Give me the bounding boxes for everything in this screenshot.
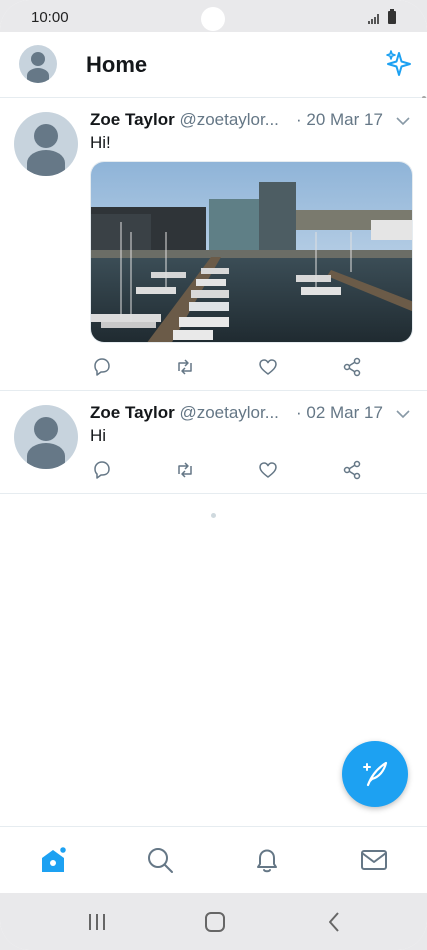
profile-avatar-button[interactable] bbox=[19, 45, 57, 83]
tweet-date: · 02 Mar 17 bbox=[296, 403, 383, 422]
signal-icon bbox=[368, 14, 379, 24]
chevron-down-icon[interactable] bbox=[395, 116, 411, 126]
tweet-image[interactable] bbox=[90, 161, 413, 343]
chevron-down-icon[interactable] bbox=[395, 409, 411, 419]
tweet-handle: @zoetaylor... bbox=[179, 110, 279, 129]
top-header: Home bbox=[0, 32, 427, 98]
reply-icon[interactable] bbox=[91, 356, 113, 378]
tweet-author: Zoe Taylor @zoetaylor... bbox=[90, 110, 279, 130]
bottom-tab-bar bbox=[0, 826, 427, 893]
compose-feather-icon bbox=[363, 761, 388, 787]
tweet-author: Zoe Taylor @zoetaylor... bbox=[90, 403, 279, 423]
tweet-name: Zoe Taylor bbox=[90, 110, 175, 129]
avatar-body bbox=[27, 150, 65, 176]
like-icon[interactable] bbox=[257, 459, 279, 481]
tweet[interactable]: Zoe Taylor @zoetaylor... · 02 Mar 17 Hi bbox=[0, 391, 427, 494]
status-bar: 10:00 bbox=[0, 0, 427, 32]
home-nav-icon[interactable] bbox=[203, 910, 227, 934]
like-icon[interactable] bbox=[257, 356, 279, 378]
loading-indicator bbox=[211, 513, 216, 518]
avatar-body bbox=[27, 443, 65, 469]
avatar-head bbox=[31, 52, 45, 66]
tweet-avatar[interactable] bbox=[14, 112, 78, 176]
tweet-text: Hi bbox=[90, 426, 107, 445]
status-time: 10:00 bbox=[31, 9, 69, 26]
share-icon[interactable] bbox=[341, 356, 363, 378]
tweet-handle: @zoetaylor... bbox=[179, 403, 279, 422]
camera-cutout bbox=[201, 7, 225, 31]
share-icon[interactable] bbox=[341, 459, 363, 481]
notifications-icon[interactable] bbox=[252, 845, 282, 875]
retweet-icon[interactable] bbox=[174, 356, 196, 378]
recent-apps-icon[interactable] bbox=[85, 910, 109, 934]
home-icon[interactable] bbox=[38, 845, 68, 875]
retweet-icon[interactable] bbox=[174, 459, 196, 481]
messages-icon[interactable] bbox=[359, 845, 389, 875]
reply-icon[interactable] bbox=[91, 459, 113, 481]
avatar-body bbox=[27, 68, 49, 83]
page-title: Home bbox=[86, 52, 148, 77]
tweet-avatar[interactable] bbox=[14, 405, 78, 469]
tweet[interactable]: Zoe Taylor @zoetaylor... · 20 Mar 17 Hi! bbox=[0, 98, 427, 391]
compose-tweet-button[interactable] bbox=[342, 741, 408, 807]
avatar-head bbox=[34, 124, 58, 148]
system-navigation-bar bbox=[0, 893, 427, 950]
harbor-photo bbox=[91, 162, 412, 342]
battery-icon bbox=[388, 9, 396, 24]
avatar-head bbox=[34, 417, 58, 441]
tweet-date: · 20 Mar 17 bbox=[296, 110, 383, 129]
back-icon[interactable] bbox=[323, 910, 347, 934]
tweet-name: Zoe Taylor bbox=[90, 403, 175, 422]
sparkle-icon[interactable] bbox=[384, 49, 414, 79]
phone-screen: 10:00 Home Zoe Taylor @zoetaylor... · 20… bbox=[0, 0, 427, 950]
search-icon[interactable] bbox=[145, 845, 175, 875]
tweet-text: Hi! bbox=[90, 133, 111, 152]
